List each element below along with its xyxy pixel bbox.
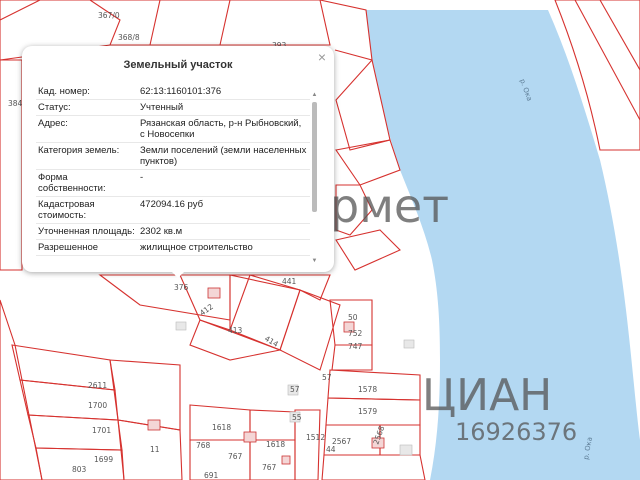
parcel-number-label: 1700 — [88, 401, 107, 410]
popup-title: Земельный участок — [123, 59, 233, 71]
info-label: Категория земель: — [38, 145, 120, 156]
parcel-number-label: 376 — [174, 283, 189, 292]
parcel-number-label: 1512 — [306, 433, 325, 442]
parcel-number-label: 368/8 — [118, 33, 140, 42]
parcel-number-label: 57 — [290, 385, 300, 394]
info-row: Кадастровая стоимость: 472094.16 руб — [36, 197, 310, 224]
parcel-number-label: 412 — [198, 302, 215, 318]
parcel-number-label: 50 — [348, 313, 358, 322]
parcel-number-label: 1699 — [94, 455, 113, 464]
parcel-number-label: 747 — [348, 342, 363, 351]
parcel-number-label: 767 — [228, 452, 243, 461]
parcel-number-label: 767 — [262, 463, 277, 472]
watermark: 16926376 — [455, 418, 577, 446]
parcel-number-label: 57 — [322, 373, 332, 382]
parcel-number-label: 384 — [8, 99, 23, 108]
ownership-value: - — [140, 172, 144, 183]
building — [243, 431, 257, 443]
info-row: Уточненная площадь: 2302 кв.м — [36, 224, 310, 240]
parcel-number-label: 803 — [72, 465, 87, 474]
scrollbar-thumb[interactable] — [312, 102, 317, 212]
info-label: Адрес: — [38, 118, 68, 129]
info-row: Кад. номер: 62:13:1160101:376 — [36, 84, 310, 100]
parcel-number-label: 768 — [196, 441, 211, 450]
building — [403, 339, 415, 349]
parcel-info-popup: Земельный участок × Кад. номер: 62:13:116… — [22, 46, 334, 272]
cadastral-number: 62:13:1160101:376 — [140, 86, 222, 97]
parcel-number-label: 1701 — [92, 426, 111, 435]
area-value: 2302 кв.м — [140, 226, 183, 237]
info-row: Форма собственности: - — [36, 170, 310, 197]
address-value: Рязанская область, р-н Рыбновский, с Нов… — [140, 118, 302, 140]
parcel-number-label: 441 — [282, 277, 297, 286]
parcel-number-label: 55 — [292, 413, 302, 422]
info-label: Разрешенное — [38, 242, 99, 253]
parcel-number-label: 44 — [326, 445, 336, 454]
parcel-number-label: 752 — [348, 329, 363, 338]
permitted-use-value: жилищное строительство — [140, 242, 253, 253]
close-icon[interactable]: × — [318, 50, 326, 64]
parcel-number-label: 691 — [204, 471, 219, 480]
info-table: Кад. номер: 62:13:1160101:376 Статус: Учте… — [36, 84, 310, 256]
status-value: Учтенный — [140, 102, 184, 113]
info-label: Форма собственности: — [38, 172, 106, 194]
building — [281, 455, 291, 465]
parcel-number-label: 2611 — [88, 381, 107, 390]
parcel-number-label: 1618 — [266, 440, 285, 449]
cadastral-value: 472094.16 руб — [140, 199, 204, 210]
scroll-up-icon[interactable]: ▲ — [311, 92, 318, 98]
watermark: ЦИАН — [422, 370, 552, 421]
info-label: Кадастровая стоимость: — [38, 199, 95, 221]
info-row: Разрешенное жилищное строительство — [36, 240, 310, 256]
building — [399, 444, 413, 456]
popup-pointer — [170, 270, 186, 278]
building — [147, 419, 161, 431]
watermark: рмет — [330, 179, 449, 233]
info-row: Статус: Учтенный — [36, 100, 310, 116]
land-category-value: Земли поселений (земли населенных пункто… — [140, 145, 307, 167]
info-row: Адрес: Рязанская область, р-н Рыбновский,… — [36, 116, 310, 143]
scroll-down-icon[interactable]: ▼ — [311, 258, 318, 264]
info-row: Категория земель: Земли поселений (земли … — [36, 143, 310, 170]
parcel-number-label: 11 — [150, 445, 160, 454]
parcel-number-label: 1618 — [212, 423, 231, 432]
parcel-number-label: 413 — [228, 326, 243, 335]
popup-scrollbar[interactable]: ▲ ▼ — [311, 92, 318, 264]
info-label: Уточненная площадь: — [38, 226, 135, 237]
parcel-number-label: 367/0 — [98, 11, 120, 20]
info-label: Кад. номер: — [38, 86, 90, 97]
parcel-number-label: 1579 — [358, 407, 377, 416]
info-label: Статус: — [38, 102, 71, 113]
building — [175, 321, 187, 331]
building — [207, 287, 221, 299]
parcel-number-label: 1578 — [358, 385, 377, 394]
